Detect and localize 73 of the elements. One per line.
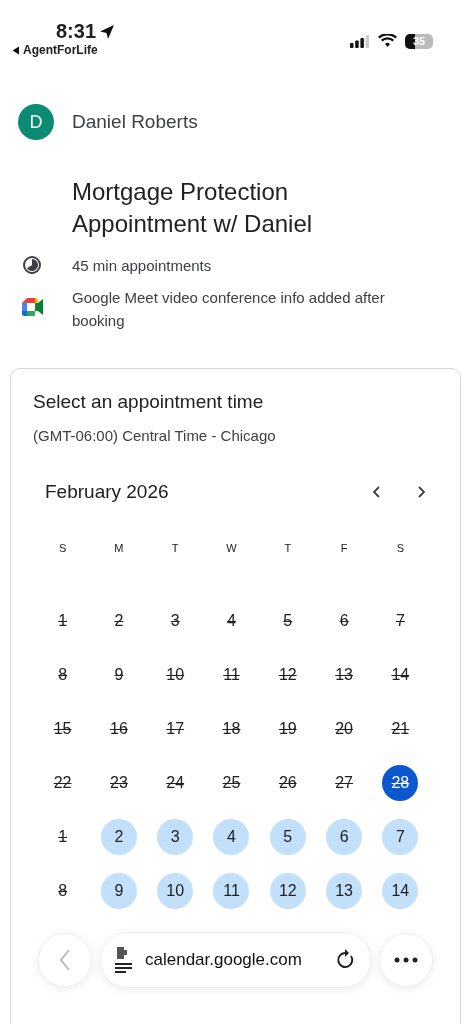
calendar-day[interactable]: 26 xyxy=(269,765,306,801)
calendar-day[interactable]: 14 xyxy=(382,657,419,693)
calendar-day[interactable]: 22 xyxy=(44,765,81,801)
more-icon xyxy=(394,957,418,963)
month-label: February 2026 xyxy=(45,481,170,503)
status-time: 8:31 xyxy=(56,20,97,43)
calendar-day[interactable]: 17 xyxy=(157,711,194,747)
card-heading: Select an appointment time xyxy=(32,391,265,413)
calendar-day[interactable]: 9 xyxy=(100,657,137,693)
calendar-day[interactable]: 1 xyxy=(44,819,81,855)
calendar-day[interactable]: 3 xyxy=(157,819,194,855)
calendar-day[interactable]: 3 xyxy=(157,603,194,639)
calendar-day[interactable]: 20 xyxy=(326,711,363,747)
calendar-day[interactable]: 19 xyxy=(269,711,306,747)
weekday-label: T xyxy=(171,541,179,554)
chevron-left-icon xyxy=(372,486,382,498)
clock-icon xyxy=(22,255,42,275)
calendar-day[interactable]: 9 xyxy=(100,873,137,909)
chevron-right-icon xyxy=(416,486,426,498)
calendar-day[interactable]: 13 xyxy=(326,657,363,693)
calendar-day[interactable]: 18 xyxy=(213,711,250,747)
calendar-day[interactable]: 16 xyxy=(100,711,137,747)
calendar-day[interactable]: 13 xyxy=(326,873,363,909)
calendar-day[interactable]: 10 xyxy=(157,657,194,693)
calendar-day[interactable]: 11 xyxy=(213,873,250,909)
calendar-day[interactable]: 24 xyxy=(157,765,194,801)
address-bar[interactable]: calendar.google.com xyxy=(100,932,371,988)
calendar-day[interactable]: 25 xyxy=(213,765,250,801)
back-triangle-icon xyxy=(12,45,20,55)
weekday-label: W xyxy=(226,541,237,554)
location-arrow-icon xyxy=(99,23,116,40)
video-camera-icon xyxy=(22,298,44,316)
calendar-day[interactable]: 27 xyxy=(326,765,363,801)
calendar-day[interactable]: 8 xyxy=(44,657,81,693)
weekday-label: M xyxy=(114,541,124,554)
weekday-label: F xyxy=(340,541,348,554)
weekday-label: T xyxy=(284,541,292,554)
calendar-day[interactable]: 15 xyxy=(44,711,81,747)
chevron-left-icon xyxy=(59,949,71,971)
calendar-day[interactable]: 4 xyxy=(213,603,250,639)
appointment-title: Mortgage Protection Appointment w/ Daniel xyxy=(72,177,314,239)
url-text: calendar.google.com xyxy=(145,950,303,970)
weekday-label: S xyxy=(396,541,405,554)
calendar-day[interactable]: 7 xyxy=(382,819,419,855)
calendar-day[interactable]: 5 xyxy=(269,819,306,855)
back-to-app-link[interactable]: AgentForLife xyxy=(12,43,98,57)
calendar-day[interactable]: 6 xyxy=(326,819,363,855)
calendar-day[interactable]: 28 xyxy=(382,765,419,801)
wifi-icon xyxy=(378,34,397,48)
calendar-day[interactable]: 2 xyxy=(100,603,137,639)
detail-text: Google Meet video conference info added after booking xyxy=(72,288,386,331)
signal-icon xyxy=(350,34,370,48)
calendar-day[interactable]: 4 xyxy=(213,819,250,855)
calendar-day[interactable]: 12 xyxy=(269,873,306,909)
timezone-label: (GMT-06:00) Central Time - Chicago xyxy=(32,426,277,444)
weekday-label: S xyxy=(58,541,67,554)
calendar-day[interactable]: 5 xyxy=(269,603,306,639)
calendar-day[interactable]: 11 xyxy=(213,657,250,693)
calendar-day[interactable]: 1 xyxy=(44,603,81,639)
calendar-day[interactable]: 21 xyxy=(382,711,419,747)
calendar-day[interactable]: 6 xyxy=(326,603,363,639)
detail-text: 45 min appointments xyxy=(72,256,212,276)
calendar-day[interactable]: 10 xyxy=(157,873,194,909)
calendar-day[interactable]: 2 xyxy=(100,819,137,855)
calendar-day[interactable]: 12 xyxy=(269,657,306,693)
calendar-day[interactable]: 23 xyxy=(100,765,137,801)
calendar-day[interactable]: 14 xyxy=(382,873,419,909)
reader-extension-icon xyxy=(115,947,133,973)
calendar-day[interactable]: 8 xyxy=(44,873,81,909)
reload-icon[interactable] xyxy=(336,949,356,971)
calendar-day[interactable]: 7 xyxy=(382,603,419,639)
host-avatar: D xyxy=(18,104,54,140)
host-name: Daniel Roberts xyxy=(72,111,198,133)
